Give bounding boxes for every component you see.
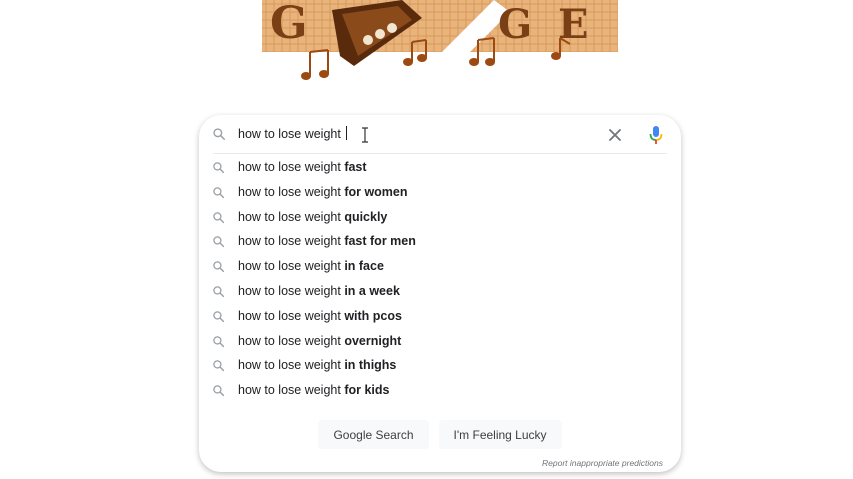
suggestion-prefix: how to lose weight: [238, 209, 345, 224]
suggestion-prefix: how to lose weight: [238, 333, 345, 348]
suggestion-prefix: how to lose weight: [238, 358, 345, 373]
search-buttons: Google Search I'm Feeling Lucky: [199, 420, 681, 449]
suggestion-completion: for women: [344, 184, 408, 199]
google-homepage: G G E how to lose weight how to lose wei…: [0, 0, 853, 479]
feeling-lucky-button[interactable]: I'm Feeling Lucky: [438, 420, 562, 449]
search-panel: how to lose weight how to lose weight fa…: [199, 115, 681, 472]
google-doodle-logo[interactable]: G G E: [262, 0, 618, 88]
clear-button[interactable]: [604, 124, 626, 146]
search-icon: [213, 261, 225, 273]
suggestion-completion: in a week: [344, 283, 400, 298]
suggestion-text: how to lose weight quickly: [238, 209, 387, 226]
suggestion-prefix: how to lose weight: [238, 308, 345, 323]
search-divider: [213, 153, 667, 154]
search-icon: [213, 211, 225, 223]
voice-search-button[interactable]: [645, 123, 667, 147]
doodle-letter-e: E: [558, 1, 589, 48]
search-icon: [213, 236, 225, 248]
suggestion-text: how to lose weight in face: [238, 258, 384, 275]
suggestion-item[interactable]: how to lose weight with pcos: [199, 304, 681, 329]
suggestion-text: how to lose weight in thighs: [238, 357, 396, 374]
suggestion-item[interactable]: how to lose weight fast: [199, 155, 681, 180]
suggestion-prefix: how to lose weight: [238, 184, 345, 199]
suggestion-completion: in face: [344, 259, 384, 274]
suggestion-completion: in thighs: [344, 358, 397, 373]
search-icon: [213, 187, 225, 198]
suggestion-list: how to lose weight fast how to lose weig…: [199, 155, 681, 403]
suggestion-completion: with pcos: [344, 308, 402, 323]
suggestion-completion: fast for men: [344, 234, 416, 249]
search-icon: [213, 286, 225, 298]
suggestion-prefix: how to lose weight: [238, 160, 345, 174]
suggestion-completion: overnight: [344, 333, 402, 348]
suggestion-text: how to lose weight fast for men: [238, 233, 416, 250]
doodle-letter-g2: G: [498, 1, 532, 48]
search-box[interactable]: how to lose weight: [199, 115, 681, 153]
suggestion-completion: quickly: [344, 209, 388, 224]
search-icon: [213, 360, 225, 372]
text-cursor-icon: [362, 127, 368, 143]
suggestion-text: how to lose weight for kids: [238, 382, 389, 399]
suggestion-prefix: how to lose weight: [238, 234, 345, 249]
report-predictions-link[interactable]: Report inappropriate predictions: [542, 458, 663, 468]
suggestion-text: how to lose weight with pcos: [238, 308, 402, 325]
suggestion-text: how to lose weight for women: [238, 184, 408, 201]
search-input[interactable]: how to lose weight: [238, 124, 348, 144]
suggestion-prefix: how to lose weight: [238, 283, 345, 298]
suggestion-item[interactable]: how to lose weight fast for men: [199, 229, 681, 254]
suggestion-item[interactable]: how to lose weight in thighs: [199, 353, 681, 378]
search-icon: [213, 335, 225, 347]
close-icon: [609, 129, 621, 141]
suggestion-text: how to lose weight in a week: [238, 283, 400, 300]
suggestion-completion: for kids: [344, 383, 390, 398]
suggestion-text: how to lose weight fast: [238, 159, 367, 176]
doodle-letter-g: G: [270, 0, 308, 49]
suggestion-item[interactable]: how to lose weight overnight: [199, 329, 681, 354]
suggestion-text: how to lose weight overnight: [238, 333, 401, 350]
microphone-icon: [649, 126, 663, 144]
suggestion-item[interactable]: how to lose weight for women: [199, 180, 681, 205]
text-caret: [346, 126, 348, 140]
suggestion-completion: fast: [344, 160, 367, 174]
search-icon: [213, 162, 225, 174]
music-note-icon: [301, 49, 329, 80]
suggestion-item[interactable]: how to lose weight in face: [199, 254, 681, 279]
suggestion-item[interactable]: how to lose weight quickly: [199, 205, 681, 230]
search-icon: [213, 311, 225, 322]
google-search-button[interactable]: Google Search: [318, 420, 429, 449]
search-icon: [213, 128, 226, 141]
search-query: how to lose weight: [238, 127, 345, 141]
suggestion-item[interactable]: how to lose weight in a week: [199, 279, 681, 304]
search-icon: [213, 385, 225, 397]
suggestion-prefix: how to lose weight: [238, 259, 345, 274]
suggestion-prefix: how to lose weight: [238, 383, 345, 398]
suggestion-item[interactable]: how to lose weight for kids: [199, 378, 681, 403]
